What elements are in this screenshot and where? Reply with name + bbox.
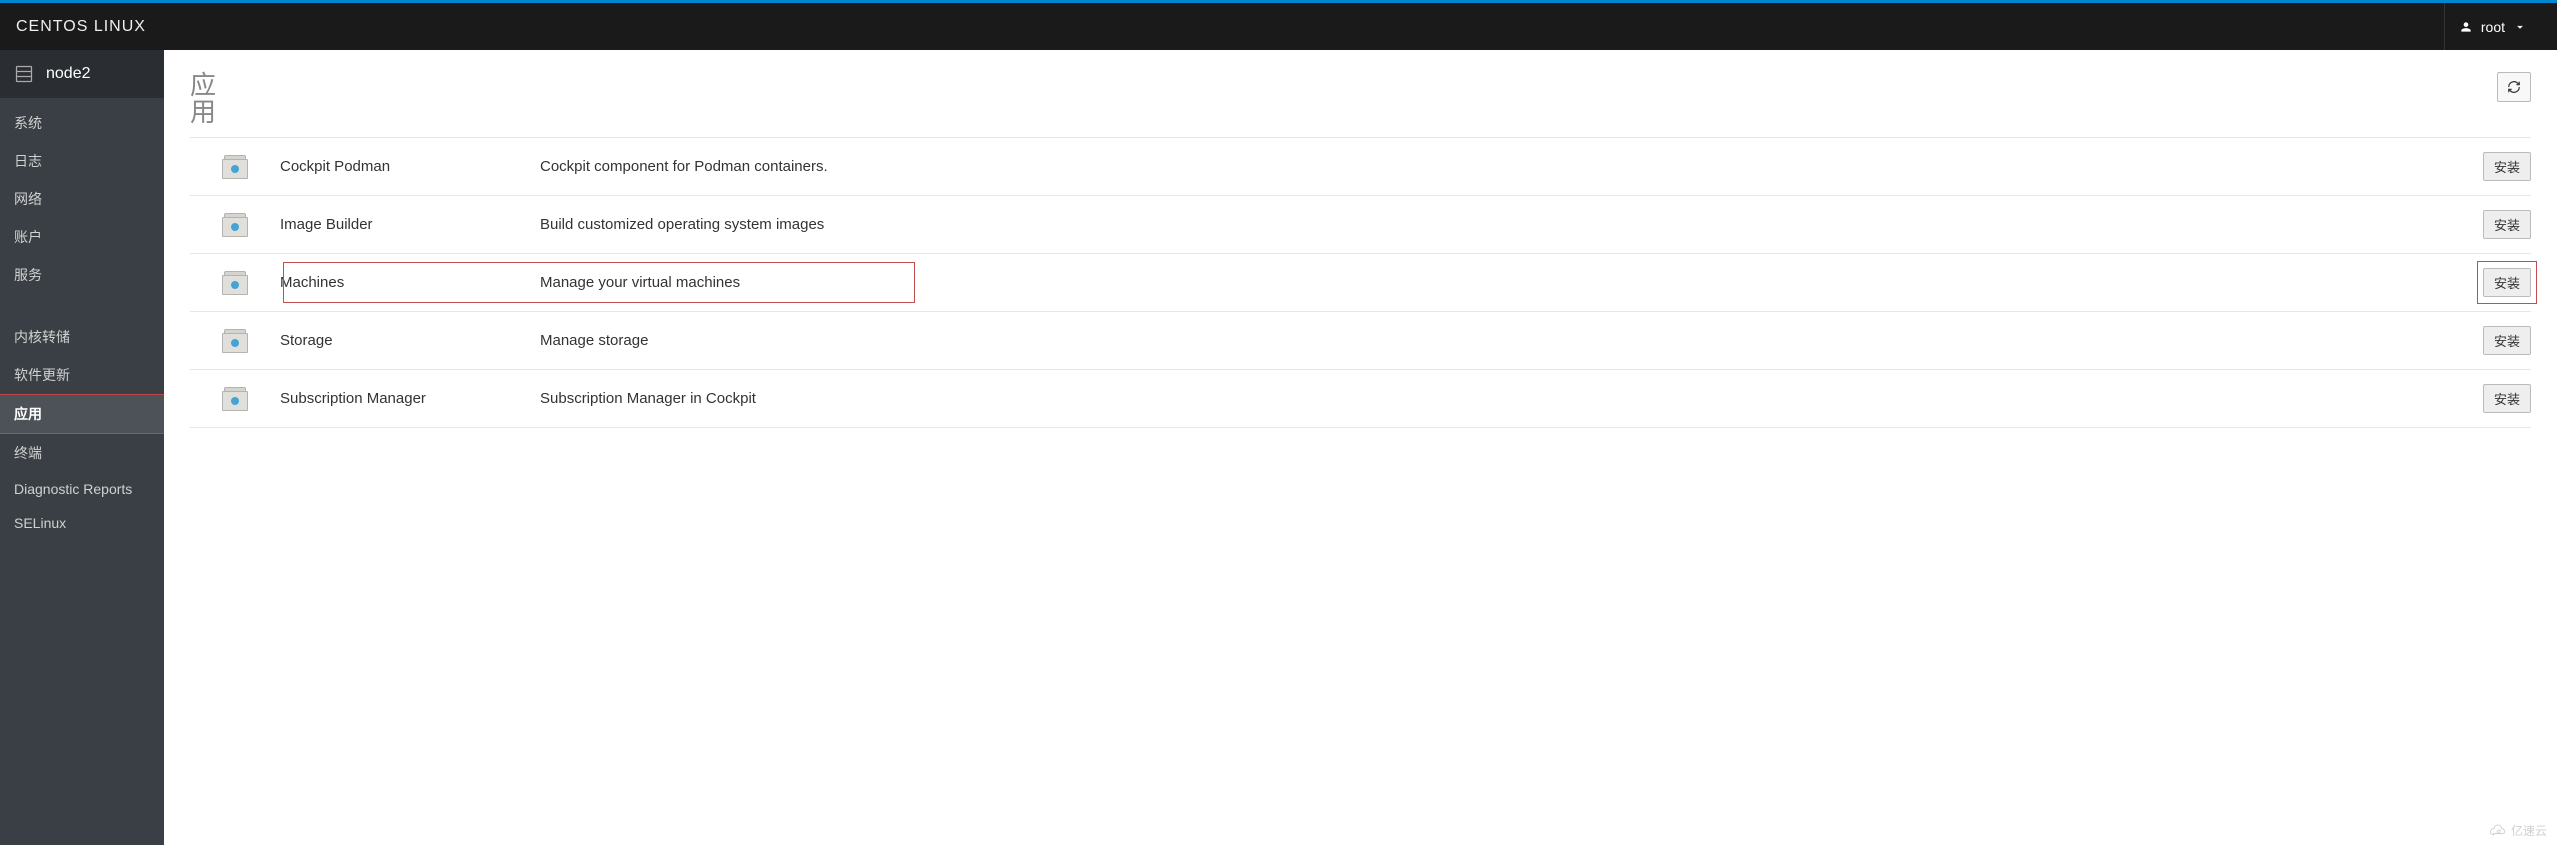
app-icon-cell (190, 211, 280, 237)
app-description: Subscription Manager in Cockpit (540, 390, 2461, 407)
refresh-button[interactable] (2497, 72, 2531, 102)
sidebar-item[interactable]: 服务 (0, 256, 164, 294)
refresh-icon (2507, 80, 2521, 94)
app-list: Cockpit PodmanCockpit component for Podm… (190, 137, 2531, 428)
app-description: Manage your virtual machines (540, 274, 2461, 291)
cloud-icon (2489, 824, 2507, 838)
sidebar-item[interactable]: 网络 (0, 180, 164, 218)
app-row[interactable]: MachinesManage your virtual machines 安装 (190, 254, 2531, 312)
user-menu[interactable]: root (2444, 3, 2541, 50)
server-icon (14, 64, 34, 84)
page-title: 应用 (190, 72, 219, 127)
package-icon (222, 153, 248, 179)
app-row[interactable]: Cockpit PodmanCockpit component for Podm… (190, 138, 2531, 196)
app-action-cell: 安装 (2461, 384, 2531, 413)
app-name: Cockpit Podman (280, 158, 540, 175)
chevron-down-icon (2513, 20, 2527, 34)
install-button[interactable]: 安装 (2483, 326, 2531, 355)
host-name: node2 (46, 65, 91, 83)
package-icon (222, 269, 248, 295)
install-button[interactable]: 安装 (2483, 152, 2531, 181)
main-content: 应用 Cockpit PodmanCockpit component for P… (164, 50, 2557, 845)
app-action-cell: 安装 (2461, 210, 2531, 239)
user-icon (2459, 20, 2473, 34)
app-icon-cell (190, 385, 280, 411)
app-description: Build customized operating system images (540, 216, 2461, 233)
sidebar-item[interactable]: 日志 (0, 142, 164, 180)
app-name: Machines (280, 274, 540, 291)
app-row[interactable]: Subscription ManagerSubscription Manager… (190, 370, 2531, 428)
app-icon-cell (190, 269, 280, 295)
app-name: Storage (280, 332, 540, 349)
sidebar-item[interactable]: 账户 (0, 218, 164, 256)
app-name: Image Builder (280, 216, 540, 233)
app-row[interactable]: StorageManage storage 安装 (190, 312, 2531, 370)
sidebar-item[interactable]: 软件更新 (0, 356, 164, 394)
app-description: Manage storage (540, 332, 2461, 349)
watermark: 亿速云 (2489, 822, 2547, 839)
app-action-cell: 安装 (2461, 326, 2531, 355)
watermark-text: 亿速云 (2511, 822, 2547, 839)
sidebar-item[interactable]: 终端 (0, 434, 164, 472)
sidebar-item[interactable]: 应用 (0, 394, 165, 434)
topbar: CENTOS LINUX root (0, 3, 2557, 50)
main-header: 应用 (190, 72, 2531, 127)
sidebar-item[interactable]: 内核转储 (0, 318, 164, 356)
app-action-cell: 安装 (2461, 268, 2531, 297)
sidebar-item[interactable]: SELinux (0, 506, 164, 540)
app-name: Subscription Manager (280, 390, 540, 407)
sidebar-host[interactable]: node2 (0, 50, 164, 98)
sidebar: node2 系统日志网络账户服务 内核转储软件更新应用终端Diagnostic … (0, 50, 164, 845)
install-button[interactable]: 安装 (2483, 268, 2531, 297)
app-action-cell: 安装 (2461, 152, 2531, 181)
app-icon-cell (190, 327, 280, 353)
user-name: root (2481, 19, 2505, 35)
install-button[interactable]: 安装 (2483, 384, 2531, 413)
layout: node2 系统日志网络账户服务 内核转储软件更新应用终端Diagnostic … (0, 50, 2557, 845)
sidebar-item[interactable]: Diagnostic Reports (0, 472, 164, 506)
sidebar-gap (0, 294, 164, 312)
brand-title: CENTOS LINUX (16, 18, 146, 36)
app-row[interactable]: Image BuilderBuild customized operating … (190, 196, 2531, 254)
install-button[interactable]: 安装 (2483, 210, 2531, 239)
app-description: Cockpit component for Podman containers. (540, 158, 2461, 175)
package-icon (222, 327, 248, 353)
sidebar-item[interactable]: 系统 (0, 104, 164, 142)
sidebar-nav-2: 内核转储软件更新应用终端Diagnostic ReportsSELinux (0, 312, 164, 540)
package-icon (222, 211, 248, 237)
app-icon-cell (190, 153, 280, 179)
package-icon (222, 385, 248, 411)
sidebar-nav: 系统日志网络账户服务 (0, 98, 164, 294)
